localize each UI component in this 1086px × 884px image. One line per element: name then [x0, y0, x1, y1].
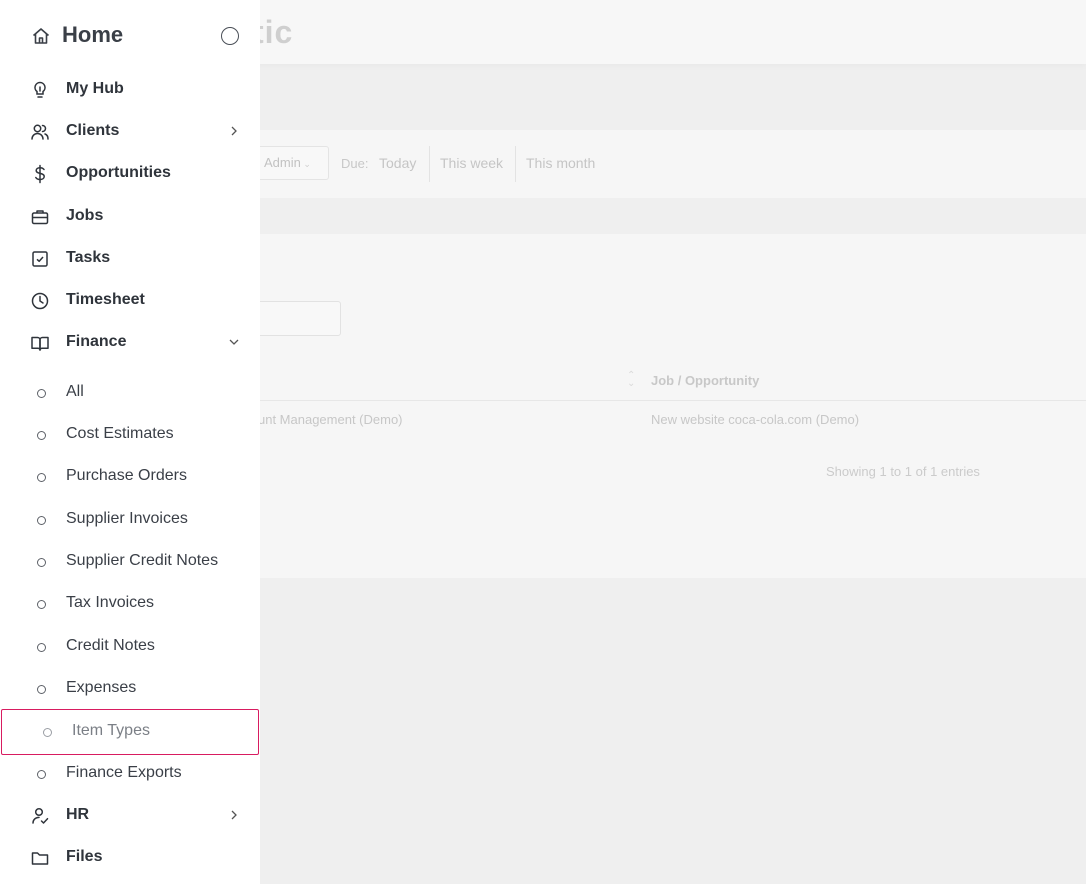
circle-icon	[37, 600, 46, 609]
finance-sub-purchase-orders[interactable]: Purchase Orders	[0, 456, 260, 498]
finance-sub-supplier-invoices[interactable]: Supplier Invoices	[0, 499, 260, 541]
due-label: Due:	[341, 156, 369, 171]
circle-icon	[37, 431, 46, 440]
search-input[interactable]	[250, 301, 341, 336]
sidebar-item-my-hub[interactable]: My Hub	[0, 69, 260, 111]
sub-item-label: Credit Notes	[66, 637, 155, 654]
owner-filter-dropdown[interactable]: Admin ⌄	[257, 146, 329, 180]
lightbulb-icon	[30, 80, 50, 100]
sidebar-item-files[interactable]: Files	[0, 837, 260, 879]
dollar-icon	[30, 164, 50, 184]
sidebar-item-label: Tasks	[66, 249, 111, 266]
sub-item-label: Finance Exports	[66, 764, 182, 781]
home-label: Home	[62, 22, 124, 47]
sub-item-label: Cost Estimates	[66, 425, 174, 442]
circle-icon	[37, 685, 46, 694]
circle-icon	[43, 728, 52, 737]
due-this-month-button[interactable]: This month	[526, 155, 595, 171]
sub-item-label: Supplier Invoices	[66, 510, 188, 527]
sidebar-item-clients[interactable]: Clients	[0, 111, 260, 153]
finance-sub-credit-notes[interactable]: Credit Notes	[0, 626, 260, 668]
column-header-job[interactable]: Job / Opportunity	[651, 373, 759, 388]
sub-item-label: Tax Invoices	[66, 594, 155, 611]
sidebar-item-label: Opportunities	[66, 164, 171, 181]
sidebar-item-label: My Hub	[66, 80, 124, 97]
circle-icon	[37, 473, 46, 482]
due-this-week-button[interactable]: This week	[440, 155, 503, 171]
sidebar-item-jobs[interactable]: Jobs	[0, 196, 260, 238]
sidebar-item-timesheet[interactable]: Timesheet	[0, 280, 260, 322]
clock-icon	[30, 291, 50, 311]
sidebar-item-label: Files	[66, 848, 103, 865]
finance-sub-cost-estimates[interactable]: Cost Estimates	[0, 414, 260, 456]
sidebar-item-label: Clients	[66, 122, 120, 139]
sort-icon[interactable]: ⌃ ⌄	[627, 371, 635, 389]
circle-icon	[37, 516, 46, 525]
sub-item-label: Expenses	[66, 679, 137, 696]
home-icon	[31, 26, 51, 46]
sub-item-label: Item Types	[72, 722, 150, 739]
users-icon	[30, 122, 50, 142]
finance-sub-tax-invoices[interactable]: Tax Invoices	[0, 583, 260, 625]
sub-item-label: Purchase Orders	[66, 467, 187, 484]
folder-icon	[30, 848, 50, 868]
finance-sub-expenses[interactable]: Expenses	[0, 668, 260, 710]
sidebar-item-tasks[interactable]: Tasks	[0, 238, 260, 280]
circle-icon	[37, 389, 46, 398]
briefcase-icon	[30, 207, 50, 227]
circle-icon	[37, 770, 46, 779]
table-cell-client[interactable]: unt Management (Demo)	[258, 412, 403, 427]
circle-icon	[37, 558, 46, 567]
chevron-down-icon	[228, 336, 240, 348]
divider	[515, 146, 516, 182]
sidebar-item-label: Timesheet	[66, 291, 145, 308]
owner-filter-value: Admin	[264, 155, 301, 170]
finance-sub-finance-exports[interactable]: Finance Exports	[0, 753, 260, 795]
sidebar-item-opportunities[interactable]: Opportunities	[0, 153, 260, 195]
finance-sub-supplier-credit-notes[interactable]: Supplier Credit Notes	[0, 541, 260, 583]
sidebar-item-label: Finance	[66, 333, 127, 350]
finance-sub-item-types[interactable]: Item Types	[1, 709, 259, 755]
checkbox-icon	[30, 249, 50, 269]
user-check-icon	[30, 806, 50, 826]
book-icon	[30, 333, 50, 353]
sidebar: Home My Hub Clients Opportunities Jobs T…	[0, 0, 260, 884]
sub-item-label: Supplier Credit Notes	[66, 552, 219, 569]
divider	[260, 400, 1086, 401]
sub-item-label: All	[66, 383, 84, 400]
due-today-button[interactable]: Today	[379, 155, 416, 171]
sidebar-item-label: Jobs	[66, 207, 104, 224]
sidebar-item-finance[interactable]: Finance	[0, 322, 260, 364]
sidebar-item-hr[interactable]: HR	[0, 795, 260, 837]
sidebar-pin-toggle[interactable]	[221, 27, 239, 45]
finance-sub-all[interactable]: All	[0, 372, 260, 414]
table-cell-job[interactable]: New website coca-cola.com (Demo)	[651, 412, 859, 427]
pagination-info: Showing 1 to 1 of 1 entries	[826, 464, 980, 479]
chevron-right-icon	[228, 809, 240, 821]
divider	[429, 146, 430, 182]
chevron-right-icon	[228, 125, 240, 137]
circle-icon	[37, 643, 46, 652]
sidebar-item-label: HR	[66, 806, 90, 823]
